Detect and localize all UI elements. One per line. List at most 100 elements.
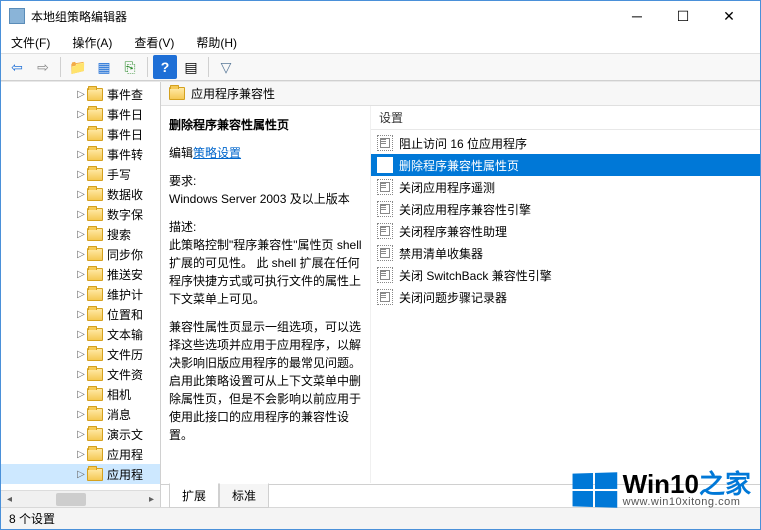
tree-item[interactable]: ▷事件日 [1,124,160,144]
expand-icon[interactable]: ▷ [76,89,86,100]
expand-icon[interactable]: ▷ [76,309,86,320]
toolbar-separator [60,57,61,77]
tree-item-label: 手写 [107,166,131,183]
tree-item[interactable]: ▷ 消息 [1,404,160,424]
app-icon [9,8,25,24]
expand-icon[interactable]: ▷ [76,389,86,400]
maximize-button[interactable]: ☐ [660,1,706,31]
tree-item[interactable]: ▷应用程 [1,464,160,484]
policy-icon [377,245,393,261]
forward-button[interactable]: ⇨ [31,55,55,79]
tab-extended[interactable]: 扩展 [169,483,219,508]
toolbar: ⇦ ⇨ 📁 ▦ ⎘ ? ▤ ▽ [1,53,760,81]
folder-icon [87,428,103,441]
expand-icon[interactable]: ▷ [76,449,86,460]
expand-icon[interactable]: ▷ [76,269,86,280]
export-button[interactable]: ⎘ [118,55,142,79]
expand-icon[interactable]: ▷ [76,169,86,180]
settings-row-label: 删除程序兼容性属性页 [399,157,519,174]
settings-row[interactable]: 关闭问题步骤记录器 [371,286,760,308]
filter-button[interactable]: ▽ [214,55,238,79]
expand-icon[interactable]: ▷ [76,129,86,140]
tree-item[interactable]: ▷应用程 [1,444,160,464]
window-title: 本地组策略编辑器 [31,8,614,25]
settings-row[interactable]: 关闭应用程序遥测 [371,176,760,198]
scroll-thumb[interactable] [56,493,86,506]
tree-item[interactable]: ▷事件转 [1,144,160,164]
expand-icon[interactable]: ▷ [76,409,86,420]
tree-pane: ▷事件查▷事件日▷事件日▷事件转▷手写▷数据收▷数字保▷搜索▷同步你▷推送安▷维… [1,82,161,507]
menu-help[interactable]: 帮助(H) [192,32,241,53]
menu-file[interactable]: 文件(F) [7,32,54,53]
settings-row[interactable]: 关闭 SwitchBack 兼容性引擎 [371,264,760,286]
tree-item[interactable]: ▷事件日 [1,104,160,124]
expand-icon[interactable]: ▷ [76,209,86,220]
tree-item-label: 文件历 [107,346,143,363]
show-hide-button[interactable]: ▦ [92,55,116,79]
settings-header[interactable]: 设置 [371,106,760,130]
tree-item[interactable]: ▷演示文 [1,424,160,444]
help-button[interactable]: ? [153,55,177,79]
description-label: 描述: [169,218,362,236]
tree-item[interactable]: ▷ 手写 [1,164,160,184]
scroll-right-arrow[interactable]: ▸ [143,491,160,508]
expand-icon[interactable]: ▷ [76,349,86,360]
folder-icon [87,128,103,141]
tree-item[interactable]: ▷数据收 [1,184,160,204]
settings-row[interactable]: 删除程序兼容性属性页 [371,154,760,176]
settings-pane: 设置 阻止访问 16 位应用程序删除程序兼容性属性页关闭应用程序遥测关闭应用程序… [371,106,760,483]
tree-item[interactable]: ▷文本输 [1,324,160,344]
tree-item[interactable]: ▷ 文件历 [1,344,160,364]
settings-row-label: 关闭应用程序遥测 [399,179,495,196]
settings-row[interactable]: 阻止访问 16 位应用程序 [371,132,760,154]
properties-button[interactable]: ▤ [179,55,203,79]
minimize-button[interactable]: ─ [614,1,660,31]
expand-icon[interactable]: ▷ [76,429,86,440]
folder-icon [87,208,103,221]
tree-item[interactable]: ▷位置和 [1,304,160,324]
titlebar: 本地组策略编辑器 ─ ☐ ✕ [1,1,760,31]
tree-item-label: 消息 [107,406,131,423]
settings-row[interactable]: 关闭应用程序兼容性引擎 [371,198,760,220]
settings-row[interactable]: 关闭程序兼容性助理 [371,220,760,242]
menu-view[interactable]: 查看(V) [130,32,178,53]
folder-icon [87,268,103,281]
expand-icon[interactable]: ▷ [76,229,86,240]
expand-icon[interactable]: ▷ [76,289,86,300]
settings-row-label: 关闭程序兼容性助理 [399,223,507,240]
expand-icon[interactable]: ▷ [76,189,86,200]
description-text-2: 兼容性属性页显示一组选项，可以选择这些选项并应用于应用程序，以解决影响旧版应用程… [169,318,362,444]
tree-item[interactable]: ▷文件资 [1,364,160,384]
horizontal-scrollbar[interactable]: ◂ ▸ [1,490,160,507]
status-bar: 8 个设置 [1,507,760,529]
tree-item[interactable]: ▷数字保 [1,204,160,224]
tree-item[interactable]: ▷推送安 [1,264,160,284]
folder-icon [87,308,103,321]
tree-item[interactable]: ▷搜索 [1,224,160,244]
expand-icon[interactable]: ▷ [76,369,86,380]
back-button[interactable]: ⇦ [5,55,29,79]
menu-action[interactable]: 操作(A) [68,32,116,53]
tree-item[interactable]: ▷同步你 [1,244,160,264]
tree-item[interactable]: ▷ 维护计 [1,284,160,304]
requirements-text: Windows Server 2003 及以上版本 [169,190,362,208]
expand-icon[interactable]: ▷ [76,249,86,260]
folder-icon [87,188,103,201]
tab-standard[interactable]: 标准 [219,483,269,508]
policy-icon [377,289,393,305]
tree-item[interactable]: ▷事件查 [1,84,160,104]
settings-row[interactable]: 禁用清单收集器 [371,242,760,264]
expand-icon[interactable]: ▷ [76,109,86,120]
up-button[interactable]: 📁 [66,55,90,79]
policy-icon [377,135,393,151]
expand-icon[interactable]: ▷ [76,469,86,480]
edit-policy-link[interactable]: 策略设置 [193,146,241,160]
expand-icon[interactable]: ▷ [76,149,86,160]
expand-icon[interactable]: ▷ [76,329,86,340]
tree-item[interactable]: ▷相机 [1,384,160,404]
close-button[interactable]: ✕ [706,1,752,31]
scroll-left-arrow[interactable]: ◂ [1,491,18,508]
edit-label: 编辑 [169,146,193,160]
policy-icon [377,267,393,283]
tree-item-label: 维护计 [107,286,143,303]
